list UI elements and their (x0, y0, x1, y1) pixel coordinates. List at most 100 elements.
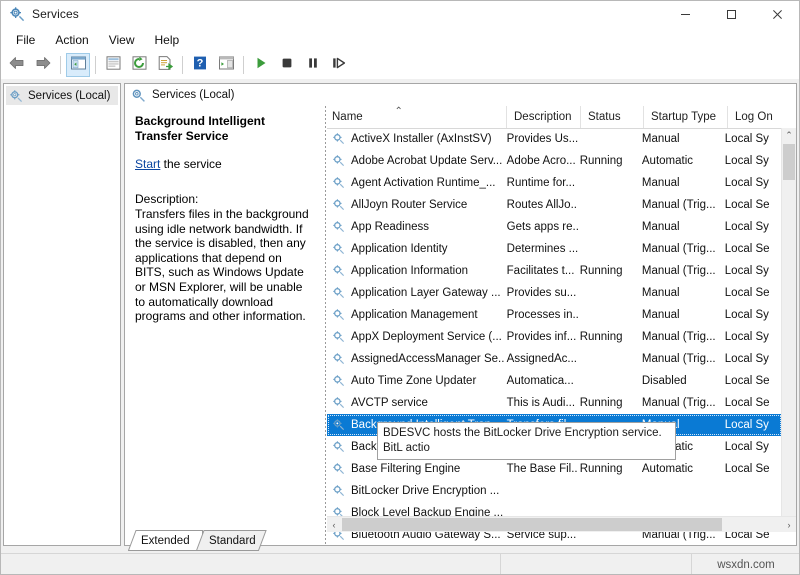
results-pane: Services (Local) Background Intelligent … (124, 83, 797, 546)
tab-standard-label: Standard (196, 535, 256, 547)
cell-description: Gets apps re... (505, 221, 578, 233)
results-pane-title: Services (Local) (152, 89, 234, 101)
minimize-button[interactable] (662, 0, 708, 28)
service-gear-icon (332, 132, 346, 146)
service-gear-icon (332, 352, 346, 366)
restart-service-button[interactable] (327, 53, 351, 77)
table-row[interactable]: Adobe Acrobat Update Serv...Adobe Acro..… (327, 150, 782, 172)
arrow-left-icon (8, 55, 26, 76)
vertical-scrollbar[interactable]: ⌃ ⌄ (781, 128, 796, 530)
cell-startup-type: Manual (640, 177, 723, 189)
window-title: Services (32, 7, 79, 21)
refresh-button[interactable] (127, 53, 151, 77)
cell-name: Application Information (327, 264, 505, 278)
show-action-pane-button[interactable] (214, 53, 238, 77)
cell-name: Application Layer Gateway ... (327, 286, 505, 300)
window-controls (662, 0, 800, 28)
cell-log-on: Local Se (723, 375, 782, 387)
scroll-up-icon[interactable]: ⌃ (782, 128, 796, 142)
service-gear-icon (332, 396, 346, 410)
back-button[interactable] (5, 53, 29, 77)
service-gear-icon (332, 220, 346, 234)
table-row[interactable]: Application Layer Gateway ...Provides su… (327, 282, 782, 304)
stop-service-button[interactable] (275, 53, 299, 77)
cell-name: App Readiness (327, 220, 505, 234)
status-bar: wsxdn.com (0, 553, 800, 575)
start-service-link[interactable]: Start (135, 157, 160, 171)
column-header-description-label: Description (514, 111, 572, 123)
console-body: Services (Local) Services (Local) Bac (0, 79, 800, 554)
properties-button[interactable] (101, 53, 125, 77)
menu-action[interactable]: Action (46, 31, 97, 49)
service-name-text: AppX Deployment Service (... (351, 331, 502, 343)
menu-file[interactable]: File (7, 31, 44, 49)
table-row[interactable]: AssignedAccessManager Se...AssignedAc...… (327, 348, 782, 370)
cell-status: Running (578, 397, 640, 409)
pause-service-button[interactable] (301, 53, 325, 77)
forward-button[interactable] (31, 53, 55, 77)
cell-startup-type: Manual (Trig... (640, 199, 723, 211)
service-gear-icon (332, 154, 346, 168)
cell-name: Application Identity (327, 242, 505, 256)
service-name-text: Adobe Acrobat Update Serv... (351, 155, 502, 167)
cell-startup-type: Disabled (640, 375, 723, 387)
maximize-button[interactable] (708, 0, 754, 28)
cell-name: Auto Time Zone Updater (327, 374, 505, 388)
tab-extended[interactable]: Extended (128, 530, 203, 551)
service-gear-icon (332, 198, 346, 212)
column-header-description[interactable]: Description (507, 106, 581, 128)
table-row[interactable]: Application ManagementProcesses in...Man… (327, 304, 782, 326)
column-header-log-on[interactable]: Log On (728, 106, 796, 128)
vertical-scrollbar-thumb[interactable] (783, 144, 795, 180)
restart-icon (331, 56, 347, 75)
table-row[interactable]: Agent Activation Runtime_...Runtime for.… (327, 172, 782, 194)
table-row[interactable]: AVCTP serviceThis is Audi...RunningManua… (327, 392, 782, 414)
menu-view[interactable]: View (100, 31, 144, 49)
service-name-text: ActiveX Installer (AxInstSV) (351, 133, 492, 145)
console-tree-pane: Services (Local) (3, 83, 121, 546)
tab-standard[interactable]: Standard (196, 530, 274, 551)
tree-node-label: Services (Local) (28, 90, 110, 102)
cell-description: Processes in... (505, 309, 578, 321)
table-row[interactable]: AllJoyn Router ServiceRoutes AllJo...Man… (327, 194, 782, 216)
cell-log-on: Local Sy (723, 331, 782, 343)
services-list: ⌃ Name Description Status Startup Type L… (327, 106, 796, 546)
table-row[interactable]: Application InformationFacilitates t...R… (327, 260, 782, 282)
service-name-text: AVCTP service (351, 397, 428, 409)
service-gear-icon (332, 264, 346, 278)
cell-name: ActiveX Installer (AxInstSV) (327, 132, 505, 146)
show-hide-console-tree-button[interactable] (66, 53, 90, 77)
tree-node-services-local[interactable]: Services (Local) (6, 86, 118, 105)
services-console-window: Services File Action View Help (0, 0, 800, 575)
table-row[interactable]: App ReadinessGets apps re...ManualLocal … (327, 216, 782, 238)
column-header-log-on-label: Log On (735, 111, 773, 123)
cell-startup-type: Manual (Trig... (640, 397, 723, 409)
start-service-link-suffix: the service (160, 157, 221, 171)
cell-description: Facilitates t... (505, 265, 578, 277)
close-button[interactable] (754, 0, 800, 28)
service-gear-icon (332, 440, 346, 454)
chevron-up-icon: ⌃ (395, 107, 403, 116)
menu-help[interactable]: Help (146, 31, 189, 49)
table-row[interactable]: ActiveX Installer (AxInstSV) Provides Us.… (327, 128, 782, 150)
watermark-label: wsxdn.com (691, 554, 800, 575)
start-service-button[interactable] (249, 53, 273, 77)
column-header-startup-type[interactable]: Startup Type (644, 106, 728, 128)
column-header-status[interactable]: Status (581, 106, 644, 128)
table-row[interactable]: Application IdentityDetermines ...Manual… (327, 238, 782, 260)
service-details-title: Background Intelligent Transfer Service (135, 114, 315, 144)
cell-name: AllJoyn Router Service (327, 198, 505, 212)
help-button[interactable]: ? (188, 53, 212, 77)
cell-startup-type: Manual (640, 133, 723, 145)
table-row[interactable]: Base Filtering EngineThe Base Fil...Runn… (327, 458, 782, 480)
table-row[interactable]: BitLocker Drive Encryption ... (327, 480, 782, 502)
service-gear-icon (332, 374, 346, 388)
service-gear-icon (332, 242, 346, 256)
table-row[interactable]: Auto Time Zone UpdaterAutomatica...Disab… (327, 370, 782, 392)
cell-description: Provides Us... (505, 133, 578, 145)
table-row[interactable]: AppX Deployment Service (...Provides inf… (327, 326, 782, 348)
export-list-button[interactable] (153, 53, 177, 77)
status-bar-message (0, 554, 501, 575)
view-tabs: Extended Standard (124, 530, 797, 551)
column-header-name[interactable]: ⌃ Name (327, 106, 507, 128)
